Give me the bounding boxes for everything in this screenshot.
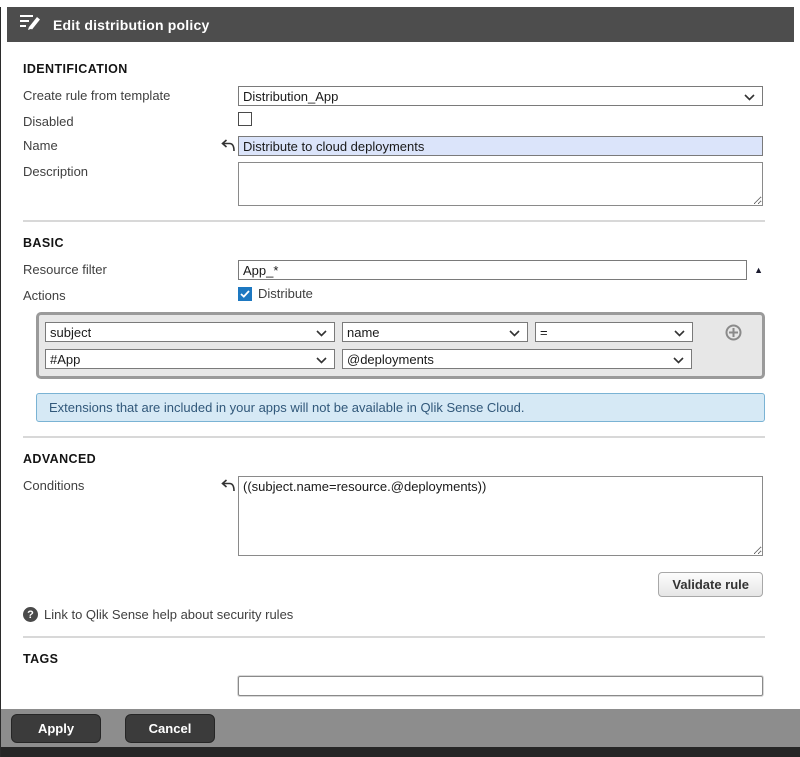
undo-arrow-icon[interactable]: [221, 479, 235, 495]
advanced-heading: ADVANCED: [23, 452, 800, 466]
section-divider: [23, 636, 765, 638]
conditions-textarea[interactable]: ((subject.name=resource.@deployments)): [238, 476, 763, 556]
basic-heading: BASIC: [23, 236, 800, 250]
actions-row: Actions Distribute: [1, 286, 800, 303]
chevron-down-icon: [673, 352, 684, 367]
conditions-row: Conditions ((subject.name=resource.@depl…: [1, 476, 800, 556]
disabled-checkbox[interactable]: [238, 112, 252, 126]
validate-rule-button[interactable]: Validate rule: [658, 572, 763, 597]
distribute-label: Distribute: [258, 286, 313, 301]
rule-operator-value: =: [540, 325, 548, 340]
chevron-down-icon: [744, 89, 755, 104]
template-label: Create rule from template: [23, 88, 170, 103]
distribute-checkbox[interactable]: [238, 287, 252, 301]
info-message: Extensions that are included in your app…: [36, 393, 765, 422]
rule-operator-select[interactable]: =: [535, 322, 693, 342]
chevron-down-icon: [509, 325, 520, 340]
rule-row-2: #App @deployments: [45, 349, 756, 369]
collapse-triangle-icon[interactable]: ▲: [754, 260, 763, 280]
name-row: Name: [1, 136, 800, 156]
tags-row: [1, 676, 800, 696]
help-link[interactable]: Link to Qlik Sense help about security r…: [44, 607, 293, 622]
dialog-header: Edit distribution policy: [7, 7, 794, 42]
template-select-value: Distribution_App: [243, 89, 338, 104]
rule-value-value: @deployments: [347, 352, 434, 367]
dialog-title: Edit distribution policy: [53, 17, 209, 33]
section-divider: [23, 436, 765, 438]
actions-label: Actions: [23, 288, 66, 303]
conditions-label: Conditions: [23, 478, 84, 493]
identification-heading: IDENTIFICATION: [23, 62, 800, 76]
edit-rule-icon: [19, 13, 43, 36]
validate-row: Validate rule: [1, 562, 800, 597]
disabled-row: Disabled: [1, 112, 800, 129]
cancel-button[interactable]: Cancel: [125, 714, 215, 743]
resource-filter-input[interactable]: [238, 260, 747, 280]
description-label: Description: [23, 164, 88, 179]
tags-input[interactable]: [238, 676, 763, 696]
description-textarea[interactable]: [238, 162, 763, 206]
resource-filter-row: Resource filter ▲: [1, 260, 800, 280]
rule-resource-select[interactable]: #App: [45, 349, 335, 369]
help-row: ? Link to Qlik Sense help about security…: [1, 597, 800, 622]
tags-heading: TAGS: [23, 652, 800, 666]
footer-bar: Apply Cancel: [1, 709, 800, 747]
bottom-strip: [1, 747, 800, 757]
chevron-down-icon: [674, 325, 685, 340]
name-label: Name: [23, 138, 58, 153]
disabled-label: Disabled: [23, 114, 74, 129]
chevron-down-icon: [316, 352, 327, 367]
template-row: Create rule from template Distribution_A…: [1, 86, 800, 106]
rule-builder: subject name = #App: [36, 312, 765, 379]
help-question-icon[interactable]: ?: [23, 607, 38, 622]
rule-resource-value: #App: [50, 352, 80, 367]
chevron-down-icon: [316, 325, 327, 340]
rule-subject-value: subject: [50, 325, 91, 340]
rule-subject-select[interactable]: subject: [45, 322, 335, 342]
undo-arrow-icon[interactable]: [221, 139, 235, 155]
rule-property-value: name: [347, 325, 380, 340]
section-divider: [23, 220, 765, 222]
rule-property-select[interactable]: name: [342, 322, 528, 342]
plus-circle-icon[interactable]: [725, 324, 742, 341]
resource-filter-label: Resource filter: [23, 262, 107, 277]
rule-row-1: subject name =: [45, 322, 756, 342]
template-select[interactable]: Distribution_App: [238, 86, 763, 106]
apply-button[interactable]: Apply: [11, 714, 101, 743]
name-input[interactable]: [238, 136, 763, 156]
description-row: Description: [1, 162, 800, 206]
rule-value-select[interactable]: @deployments: [342, 349, 692, 369]
